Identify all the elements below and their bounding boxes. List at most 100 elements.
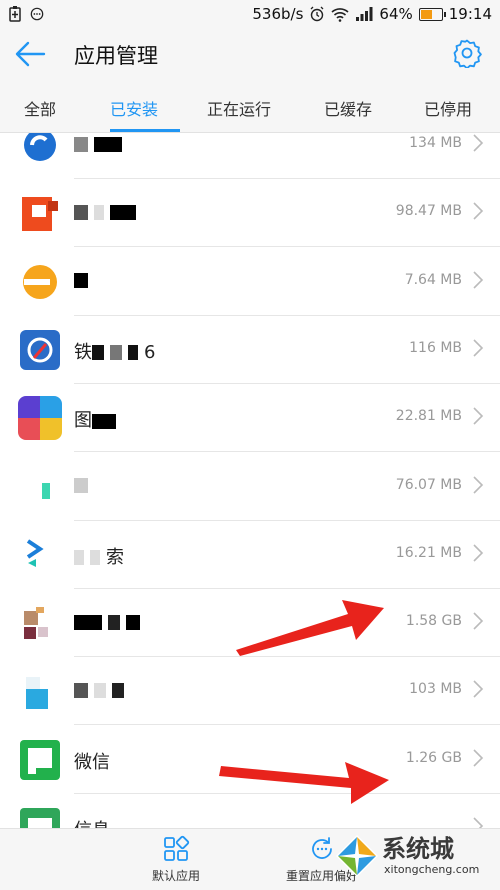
app-size: 134 MB bbox=[409, 135, 462, 151]
chevron-right-icon bbox=[473, 407, 484, 425]
app-list-row[interactable]: 98.47 MB bbox=[0, 179, 500, 248]
app-size: 1.26 GB bbox=[405, 749, 462, 766]
chevron-right-icon bbox=[473, 749, 484, 767]
tab-disabled[interactable]: 已停用 bbox=[424, 96, 472, 120]
tab-installed[interactable]: 已安装 bbox=[110, 96, 158, 120]
chevron-right-icon bbox=[473, 680, 484, 698]
chevron-right-icon bbox=[473, 202, 484, 220]
redacted-block bbox=[74, 550, 84, 566]
battery-percent: 64% bbox=[379, 5, 413, 23]
tab-bar: 全部 已安装 正在运行 已缓存 已停用 bbox=[0, 78, 500, 133]
clock: 19:14 bbox=[448, 5, 492, 23]
app-name: 图 bbox=[74, 406, 122, 432]
redacted-block bbox=[74, 204, 88, 220]
app-name-text: 铁 bbox=[74, 341, 92, 363]
redacted-block bbox=[112, 682, 124, 698]
app-list-row[interactable]: 7.64 MB bbox=[0, 248, 500, 316]
app-list-row[interactable]: 铁 6 116 MB bbox=[0, 316, 500, 384]
tab-running[interactable]: 正在运行 bbox=[207, 96, 271, 120]
redacted-block bbox=[110, 204, 136, 220]
app-size: 116 MB bbox=[409, 339, 462, 356]
app-bar: 应用管理 bbox=[0, 30, 500, 78]
redacted-block bbox=[90, 550, 100, 566]
app-icon bbox=[18, 738, 62, 782]
redacted-block bbox=[128, 345, 138, 361]
tab-cached[interactable]: 已缓存 bbox=[324, 96, 372, 120]
battery-saver-icon bbox=[9, 6, 21, 22]
app-icon bbox=[18, 396, 62, 441]
app-name-text: 图 bbox=[74, 410, 92, 432]
app-list-row[interactable]: 134 MB bbox=[0, 133, 500, 179]
alarm-icon bbox=[310, 6, 324, 22]
app-icon bbox=[18, 191, 62, 236]
app-size: 98.47 MB bbox=[395, 203, 462, 220]
chevron-right-icon bbox=[473, 339, 484, 357]
app-list-row[interactable]: 103 MB bbox=[0, 657, 500, 726]
redacted-block bbox=[126, 614, 140, 630]
app-size: 1.58 GB bbox=[405, 613, 462, 630]
app-name bbox=[74, 475, 94, 496]
app-icon bbox=[18, 465, 62, 509]
redacted-block bbox=[92, 413, 116, 429]
default-apps-label: 默认应用 bbox=[151, 869, 200, 883]
gear-icon[interactable] bbox=[452, 38, 482, 68]
tab-indicator bbox=[110, 129, 180, 132]
redacted-block bbox=[110, 345, 122, 361]
app-name bbox=[74, 611, 146, 632]
signal-icon bbox=[356, 7, 373, 21]
app-name bbox=[74, 270, 94, 291]
wifi-icon bbox=[331, 8, 349, 22]
app-icon bbox=[18, 328, 62, 372]
redacted-block bbox=[74, 614, 102, 630]
watermark-text: 系统城 bbox=[382, 835, 454, 863]
status-bar: 536b/s 64% 19:14 bbox=[0, 0, 500, 30]
app-name bbox=[74, 679, 130, 700]
app-list-row[interactable]: 索 16.21 MB bbox=[0, 521, 500, 589]
redacted-block bbox=[92, 345, 104, 361]
app-icon bbox=[18, 260, 62, 304]
app-icon bbox=[18, 669, 62, 713]
refresh-icon bbox=[312, 837, 332, 859]
chevron-right-icon bbox=[473, 475, 484, 494]
back-arrow-icon[interactable] bbox=[14, 40, 46, 68]
annotation-arrow bbox=[219, 762, 389, 804]
default-apps-button[interactable]: 默认应用 bbox=[116, 835, 236, 884]
chevron-right-icon bbox=[473, 544, 484, 562]
app-name-text: 微信 bbox=[74, 751, 110, 773]
redacted-block bbox=[108, 614, 120, 630]
chevron-right-icon bbox=[473, 612, 484, 630]
watermark-url: xitongcheng.com bbox=[384, 863, 480, 876]
redacted-block bbox=[74, 136, 88, 152]
chevron-right-icon bbox=[473, 271, 484, 289]
app-icon bbox=[18, 133, 62, 167]
app-name bbox=[74, 201, 142, 222]
app-list-row[interactable]: 图 22.81 MB bbox=[0, 384, 500, 453]
app-name-suffix: 6 bbox=[144, 341, 156, 363]
app-icon bbox=[18, 806, 62, 829]
app-icon bbox=[18, 601, 62, 645]
redacted-block bbox=[74, 478, 88, 493]
app-size: 7.64 MB bbox=[404, 271, 462, 288]
app-size: 76.07 MB bbox=[395, 476, 462, 493]
redacted-block bbox=[94, 682, 106, 698]
app-size: 16.21 MB bbox=[395, 544, 462, 561]
network-speed: 536b/s bbox=[252, 5, 304, 23]
more-dots-icon bbox=[30, 7, 44, 21]
redacted-block bbox=[94, 136, 122, 152]
grid-icon bbox=[164, 835, 190, 861]
annotation-arrow bbox=[236, 600, 384, 656]
redacted-block bbox=[94, 204, 104, 220]
app-size: 103 MB bbox=[409, 681, 462, 698]
watermark-logo-icon bbox=[336, 835, 378, 877]
app-name bbox=[74, 133, 128, 154]
tab-all[interactable]: 全部 bbox=[24, 96, 56, 120]
app-icon bbox=[18, 533, 62, 577]
app-list-row[interactable]: 76.07 MB bbox=[0, 453, 500, 521]
redacted-block bbox=[74, 682, 88, 698]
site-watermark: 系统城 xitongcheng.com bbox=[334, 829, 494, 885]
app-name: 索 bbox=[74, 543, 124, 569]
app-name: 铁6 bbox=[74, 338, 155, 364]
page-title: 应用管理 bbox=[74, 44, 158, 68]
redacted-block bbox=[74, 273, 88, 289]
app-list: 134 MB 98.47 MB 7.64 MB 铁 6 116 MB 图 22.81 MB 76… bbox=[0, 133, 500, 829]
